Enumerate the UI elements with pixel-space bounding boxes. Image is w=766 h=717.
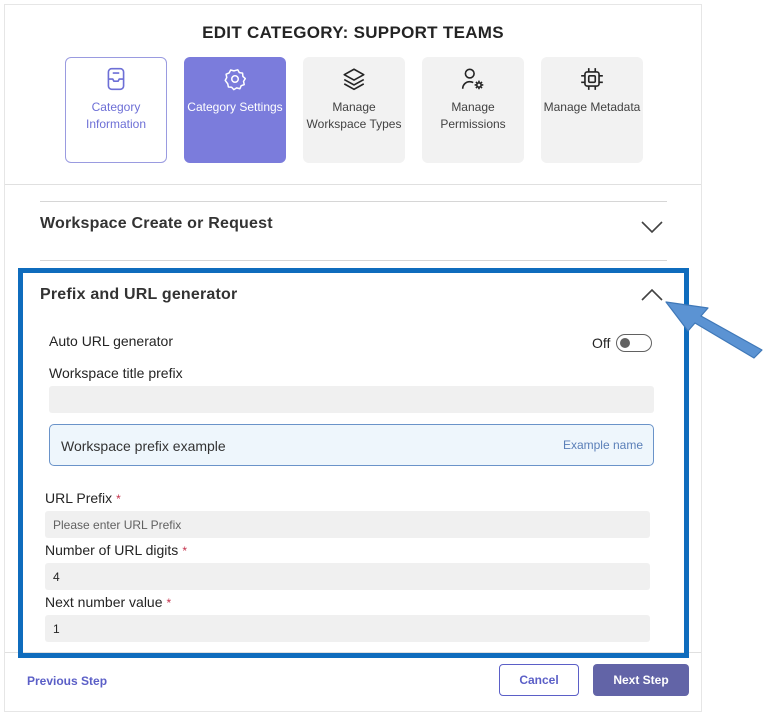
next-step-button[interactable]: Next Step [593,664,689,696]
required-mark: * [166,596,172,610]
required-mark: * [182,544,187,558]
step-category-information[interactable]: Category Information [65,57,167,163]
header-divider [5,184,701,185]
previous-step-link[interactable]: Previous Step [27,674,107,688]
url-prefix-label: URL Prefix * [45,490,121,506]
toggle-state-label: Off [592,335,611,351]
next-number-label-text: Next number value [45,594,163,610]
settings-icon [222,65,248,93]
section-prefix-url-title[interactable]: Prefix and URL generator [40,286,237,304]
url-prefix-input[interactable] [45,511,650,538]
footer-divider [5,652,701,653]
chip-icon [579,65,605,93]
auto-url-toggle[interactable] [616,334,653,352]
next-number-label: Next number value * [45,594,171,610]
step-manage-permissions[interactable]: Manage Permissions [422,57,524,163]
person-gear-icon [460,65,486,93]
workspace-prefix-example: Workspace prefix example Example name [49,424,654,466]
url-digits-label: Number of URL digits * [45,542,187,558]
url-digits-input[interactable] [45,563,650,590]
step-manage-metadata[interactable]: Manage Metadata [541,57,643,163]
url-prefix-label-text: URL Prefix [45,490,113,506]
callout-arrow-icon [665,301,763,359]
step-label: Category Settings [187,100,283,114]
edit-category-dialog: EDIT CATEGORY: SUPPORT TEAMS Category In… [4,4,702,712]
auto-url-label: Auto URL generator [49,333,173,349]
example-value: Example name [562,438,643,452]
cancel-button[interactable]: Cancel [499,664,579,696]
workspace-title-prefix-label: Workspace title prefix [49,365,183,381]
layers-icon [341,65,367,93]
workspace-title-prefix-input[interactable] [49,386,654,413]
dialog-title: EDIT CATEGORY: SUPPORT TEAMS [202,23,504,42]
step-label: Manage Workspace Types [306,100,402,131]
section-workspace-create-title[interactable]: Workspace Create or Request [40,215,273,233]
step-label: Manage Permissions [440,100,506,131]
url-digits-label-text: Number of URL digits [45,542,179,558]
step-label: Category Information [85,100,147,131]
wizard-steps: Category Information Category Settings M… [65,57,643,163]
step-label: Manage Metadata [543,100,641,114]
step-manage-workspace-types[interactable]: Manage Workspace Types [303,57,405,163]
example-label: Workspace prefix example [61,438,226,454]
step-category-settings[interactable]: Category Settings [184,57,286,163]
next-number-input[interactable] [45,615,650,642]
required-mark: * [116,492,121,506]
inbox-icon [103,65,129,93]
section-divider [40,260,667,261]
chevron-down-icon[interactable] [639,217,665,235]
toggle-knob [620,338,631,348]
auto-url-toggle-wrap: Off [592,334,653,352]
section-divider [40,201,667,202]
